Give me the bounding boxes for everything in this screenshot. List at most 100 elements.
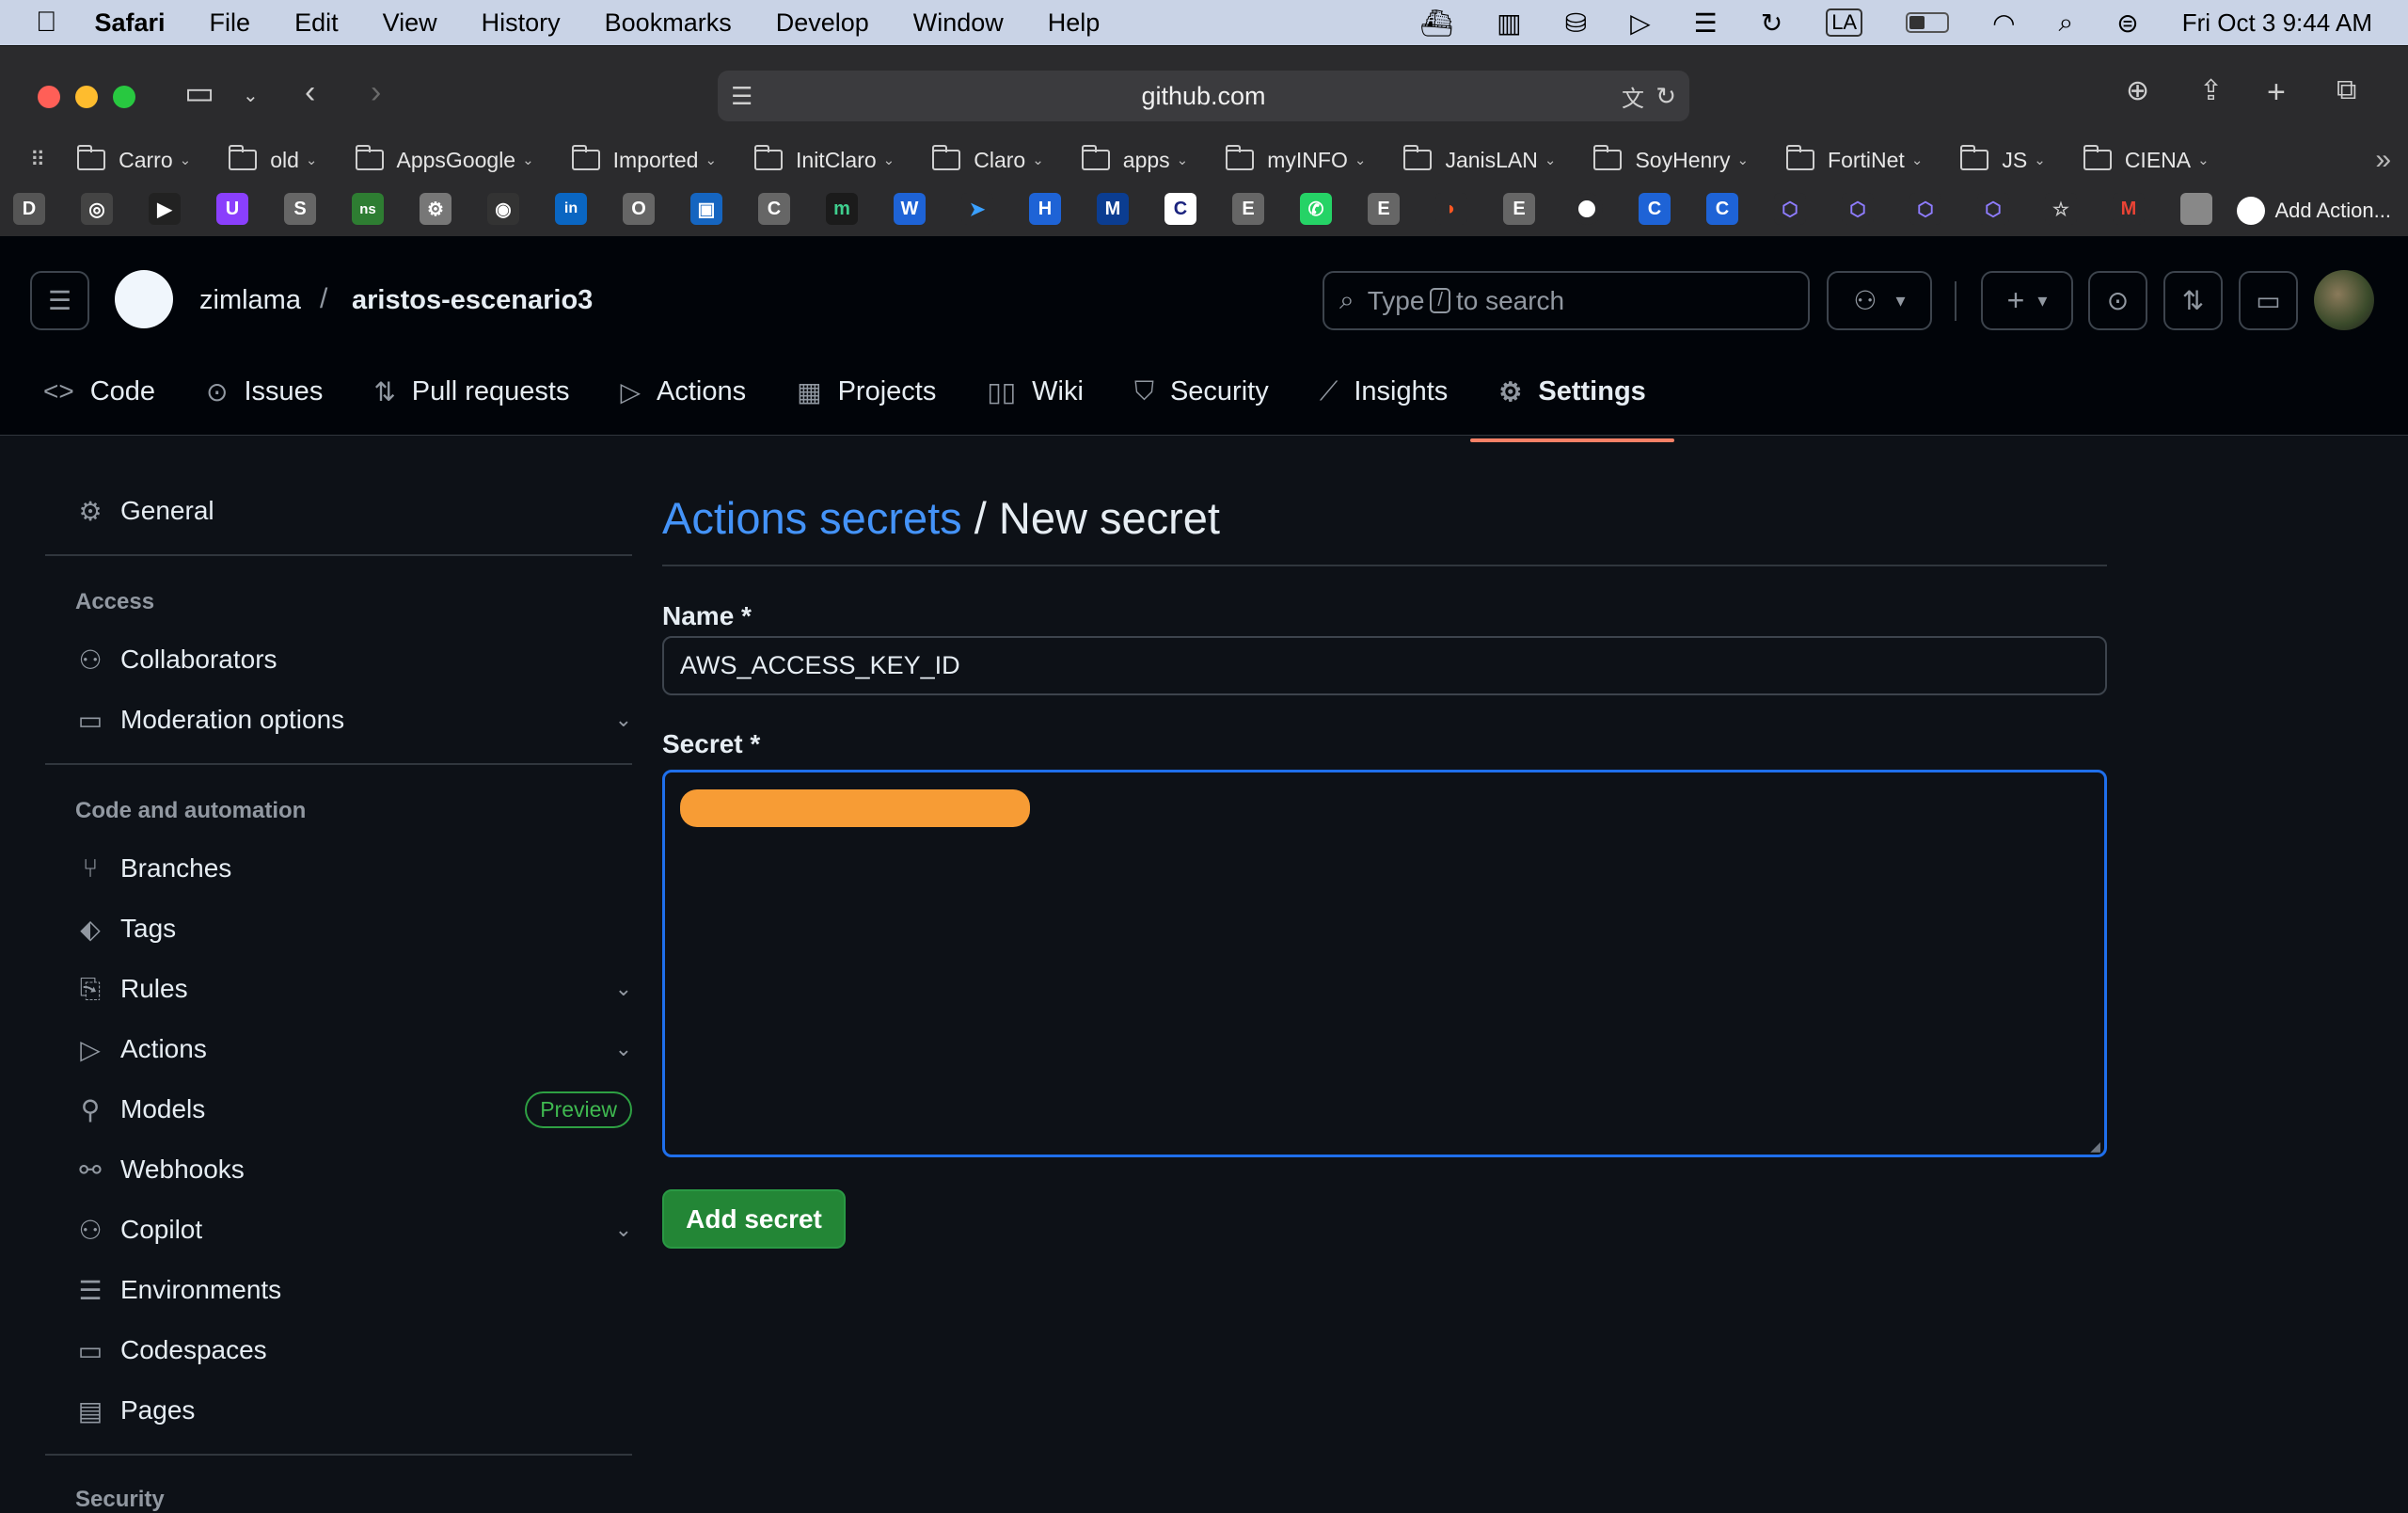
menu-clock[interactable]: Fri Oct 3 9:44 AM	[2182, 8, 2372, 38]
sidebar-item-actions[interactable]: ▷ Actions ⌄	[75, 1027, 632, 1072]
cube-icon[interactable]: ⬡	[1774, 193, 1806, 225]
bookmark-icon[interactable]: M	[1097, 193, 1129, 225]
name-field[interactable]: AWS_ACCESS_KEY_ID	[662, 636, 2107, 695]
bookmark-icon[interactable]: U	[216, 193, 248, 225]
cube-icon[interactable]: ⬡	[1909, 193, 1941, 225]
wifi-icon[interactable]: ◠	[1992, 8, 2015, 39]
bookmark-icon[interactable]: S	[284, 193, 316, 225]
favorite-folder[interactable]: JS ⌄	[1960, 145, 2046, 173]
menu-view[interactable]: View	[383, 8, 437, 38]
stack-icon[interactable]: ☰	[1694, 8, 1718, 39]
whatsapp-icon[interactable]: ✆	[1300, 193, 1332, 225]
resize-handle-icon[interactable]: ◢	[2090, 1139, 2100, 1155]
tab-code[interactable]: <> Code	[43, 368, 155, 415]
add-secret-button[interactable]: Add secret	[662, 1189, 846, 1249]
more-favorites-icon[interactable]: »	[2375, 144, 2391, 176]
bookmark-icon[interactable]: W	[894, 193, 926, 225]
new-tab-icon[interactable]: +	[2267, 74, 2286, 111]
sidebar-toggle-icon[interactable]: ▭	[184, 74, 214, 112]
sidebar-item-copilot[interactable]: ⚇ Copilot ⌄	[75, 1207, 632, 1252]
sidebar-item-moderation[interactable]: ▭ Moderation options ⌄	[75, 697, 632, 742]
favorite-folder[interactable]: FortiNet ⌄	[1786, 145, 1923, 173]
tab-wiki[interactable]: ▯▯ Wiki	[987, 368, 1084, 415]
time-machine-icon[interactable]: ↻	[1761, 8, 1782, 39]
favorite-folder[interactable]: SoyHenry ⌄	[1593, 145, 1749, 173]
docker-icon[interactable]: ⛴	[1420, 8, 1454, 39]
menu-bookmarks[interactable]: Bookmarks	[605, 8, 732, 38]
issues-button[interactable]: ⊙	[2088, 271, 2147, 330]
sidebar-item-rules[interactable]: ⎘ Rules ⌄	[75, 966, 632, 1011]
grid-icon[interactable]: ⠿	[30, 148, 45, 172]
favorite-folder[interactable]: Claro ⌄	[932, 145, 1044, 173]
spotlight-icon[interactable]: ⌕	[2059, 8, 2074, 39]
bookmark-icon[interactable]: ◗	[1435, 193, 1467, 225]
control-center-icon[interactable]: ⊜	[2116, 8, 2138, 39]
chevron-down-icon[interactable]: ⌄	[243, 84, 259, 107]
favorite-folder[interactable]: Carro ⌄	[77, 145, 191, 173]
tab-insights[interactable]: ⟋ Insights	[1320, 368, 1449, 415]
sidebar-item-pages[interactable]: ▤ Pages	[75, 1388, 196, 1433]
copilot-button[interactable]: ⚇ ▾	[1827, 271, 1932, 330]
reader-icon[interactable]: ▥	[1497, 8, 1521, 39]
reload-icon[interactable]: ↻	[1656, 82, 1676, 111]
page-menu-icon[interactable]: ☰	[731, 82, 752, 111]
menu-history[interactable]: History	[482, 8, 561, 38]
bookmark-icon[interactable]: ◎	[81, 193, 113, 225]
bookmark-icon[interactable]: C	[1639, 193, 1671, 225]
bookmark-icon[interactable]: C	[1164, 193, 1196, 225]
bookmark-icon[interactable]: E	[1368, 193, 1400, 225]
bookmark-icon[interactable]: m	[826, 193, 858, 225]
bookmark-icon[interactable]: ➤	[961, 193, 993, 225]
bookmark-icon[interactable]: ◉	[487, 193, 519, 225]
github-logo-icon[interactable]	[115, 270, 173, 328]
bookmark-icon[interactable]: ▶	[149, 193, 181, 225]
sidebar-item-webhooks[interactable]: ⚯ Webhooks	[75, 1147, 245, 1192]
lan-icon[interactable]: ⛁	[1565, 8, 1587, 39]
sidebar-item-general[interactable]: ⚙ General	[75, 488, 214, 534]
bookmark-icon[interactable]: ⚙	[420, 193, 452, 225]
favorite-folder[interactable]: old ⌄	[229, 145, 318, 173]
apple-icon[interactable]: 	[36, 7, 57, 39]
downloads-icon[interactable]: ⊕	[2126, 74, 2149, 107]
avatar[interactable]	[2314, 270, 2374, 330]
add-action-extension[interactable]: Add Action...	[2237, 197, 2391, 225]
cube-icon[interactable]: ⬡	[1977, 193, 2009, 225]
bookmark-icon[interactable]: C	[758, 193, 790, 225]
bookmark-icon[interactable]: H	[1029, 193, 1061, 225]
sidebar-item-collaborators[interactable]: ⚇ Collaborators	[75, 637, 277, 682]
pull-requests-button[interactable]: ⇅	[2163, 271, 2223, 330]
favorite-folder[interactable]: apps ⌄	[1081, 145, 1188, 173]
repo-name[interactable]: aristos-escenario3	[352, 285, 593, 316]
menu-app-name[interactable]: Safari	[95, 8, 166, 38]
battery-icon[interactable]	[1906, 12, 1950, 33]
bookmark-icon[interactable]: C	[1706, 193, 1738, 225]
back-icon[interactable]: ‹	[305, 74, 315, 111]
bookmark-icon[interactable]: ns	[352, 193, 384, 225]
bookmark-icon[interactable]: E	[1232, 193, 1264, 225]
sidebar-item-models[interactable]: ⚲ Models Preview	[75, 1087, 632, 1132]
bookmark-icon[interactable]: in	[555, 193, 587, 225]
translate-icon[interactable]: 文	[1622, 80, 1644, 113]
favorite-folder[interactable]: myINFO ⌄	[1226, 145, 1366, 173]
address-bar[interactable]: ☰ github.com 文 ↻	[718, 71, 1689, 121]
bookmark-icon[interactable]: E	[1503, 193, 1535, 225]
bookmark-icon[interactable]	[2180, 193, 2212, 225]
sidebar-item-environments[interactable]: ☰ Environments	[75, 1267, 281, 1313]
gmail-icon[interactable]: M	[2113, 193, 2145, 225]
url-text[interactable]: github.com	[1141, 82, 1265, 111]
repo-owner[interactable]: zimlama	[199, 285, 301, 316]
favorite-folder[interactable]: Imported ⌄	[571, 145, 717, 173]
tab-pull-requests[interactable]: ⇅ Pull requests	[373, 368, 569, 415]
bookmark-icon[interactable]: D	[13, 193, 45, 225]
tab-settings[interactable]: ⚙ Settings	[1470, 368, 1674, 442]
inbox-button[interactable]: ▭	[2239, 271, 2298, 330]
github-icon[interactable]	[1571, 193, 1603, 225]
minimize-window-button[interactable]	[75, 86, 98, 108]
tab-issues[interactable]: ⊙ Issues	[206, 368, 323, 415]
sidebar-item-codespaces[interactable]: ▭ Codespaces	[75, 1328, 267, 1373]
menu-help[interactable]: Help	[1048, 8, 1101, 38]
input-source-indicator[interactable]: LA	[1826, 8, 1863, 37]
bookmark-icon[interactable]: O	[623, 193, 655, 225]
bookmark-icon[interactable]: ▣	[690, 193, 722, 225]
tab-projects[interactable]: ▦ Projects	[797, 368, 936, 415]
